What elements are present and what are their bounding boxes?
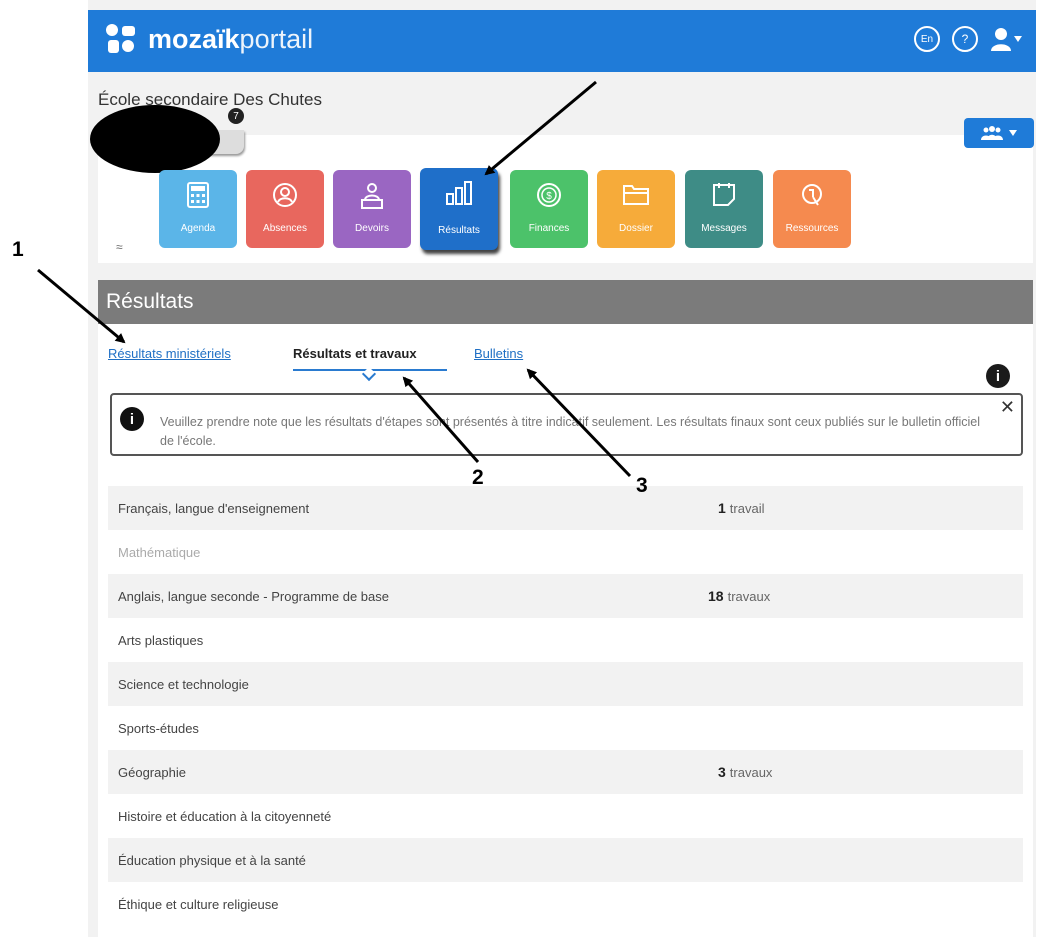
app-tile-absences[interactable]: Absences [246,170,324,248]
app-tile-agenda[interactable]: Agenda [159,170,237,248]
top-bar: mozaïkportail En ? [88,10,1036,72]
logo-text: mozaïkportail [148,24,313,54]
work-count-number: 1 [718,500,726,516]
list-item[interactable]: Science et technologie [108,662,1023,706]
work-count: 3 travaux [718,764,772,780]
list-item[interactable]: Arts plastiques [108,618,1023,662]
work-count-unit: travaux [727,589,771,604]
svg-text:$: $ [546,191,552,202]
work-count: 18 travaux [708,588,770,604]
work-count-number: 3 [718,764,726,780]
app-tile-label: Messages [701,223,747,234]
info-icon: i [120,407,144,431]
work-count-number: 18 [708,588,724,604]
subject-name: Éthique et culture religieuse [118,896,279,912]
list-item[interactable]: Histoire et éducation à la citoyenneté [108,794,1023,838]
work-count-unit: travail [729,501,765,516]
app-tile-finances[interactable]: $ Finances [510,170,588,248]
user-menu-button[interactable] [990,27,1022,51]
group-icon [981,126,1003,140]
group-switch-button[interactable] [964,118,1034,148]
subject-name: Anglais, langue seconde - Programme de b… [118,588,389,604]
chevron-down-icon [1009,130,1017,136]
results-list: Français, langue d'enseignement 1 travail … [108,486,1023,926]
app-tile-label: Résultats [438,225,480,236]
tab-resultats-et-travaux[interactable]: Résultats et travaux [293,346,417,361]
subject-name: Français, langue d'enseignement [118,500,310,516]
tab-bulletins[interactable]: Bulletins [474,346,523,361]
app-tile-label: Ressources [785,223,839,234]
close-icon[interactable]: ✕ [1000,397,1015,418]
calculator-icon [159,182,237,208]
redacted-profile [90,105,220,173]
message-note-icon [685,182,763,208]
notice-text: Veuillez prendre note que les résultats … [160,415,980,448]
annotation-label-2: 2 [472,466,484,489]
resource-icon [773,182,851,208]
work-count: 1 travail [718,500,764,516]
app-tile-messages[interactable]: Messages [685,170,763,248]
list-item: Mathématique [108,530,1023,574]
info-notice: i Veuillez prendre note que les résultat… [110,393,1023,456]
app-tile-ressources[interactable]: Ressources [773,170,851,248]
chevron-down-icon [1014,36,1022,42]
logo-light-text: portail [239,24,314,54]
app-tile-resultats[interactable]: Résultats [420,168,498,250]
subject-name: Arts plastiques [118,632,204,648]
logo-bold-text: mozaïk [148,24,240,54]
app-tile-label: Agenda [180,223,216,234]
app-tile-devoirs[interactable]: Devoirs [333,170,411,248]
list-item[interactable]: Sports-études [108,706,1023,750]
list-item[interactable]: Éthique et culture religieuse [108,882,1023,926]
subject-name: Sports-études [118,720,199,736]
person-desk-icon [333,182,411,210]
mozaik-logo[interactable]: mozaïkportail [106,24,313,54]
person-circle-icon [246,182,324,208]
subject-name: Mathématique [118,544,201,560]
list-item[interactable]: Éducation physique et à la santé [108,838,1023,882]
subject-name: Histoire et éducation à la citoyenneté [118,808,332,824]
subject-name: Géographie [118,764,186,780]
page-title: Résultats [98,280,1033,324]
folder-icon [597,182,675,206]
profile-badge: 7 [228,108,244,124]
list-item[interactable]: Anglais, langue seconde - Programme de b… [108,574,1023,618]
app-tile-label: Absences [263,223,307,234]
annotation-label-3: 3 [636,474,648,497]
subject-name: Éducation physique et à la santé [118,852,306,868]
user-icon [991,28,1011,51]
tab-resultats-ministeriels[interactable]: Résultats ministériels [108,346,231,361]
coin-icon: $ [510,182,588,208]
subject-name: Science et technologie [118,676,249,692]
app-tile-label: Dossier [619,223,653,234]
bar-chart-icon [420,180,498,206]
app-tile-dossier[interactable]: Dossier [597,170,675,248]
work-count-unit: travaux [729,765,773,780]
language-button[interactable]: En [914,26,940,52]
annotation-label-1: 1 [12,238,24,261]
info-icon[interactable]: i [986,364,1010,388]
app-tile-label: Finances [528,223,570,234]
help-button[interactable]: ? [952,26,978,52]
list-item[interactable]: Français, langue d'enseignement 1 travail [108,486,1023,530]
app-tile-label: Devoirs [355,223,389,234]
collapse-icon[interactable]: ≈ [116,240,123,254]
logo-mark-icon [106,24,138,54]
list-item[interactable]: Géographie 3 travaux [108,750,1023,794]
